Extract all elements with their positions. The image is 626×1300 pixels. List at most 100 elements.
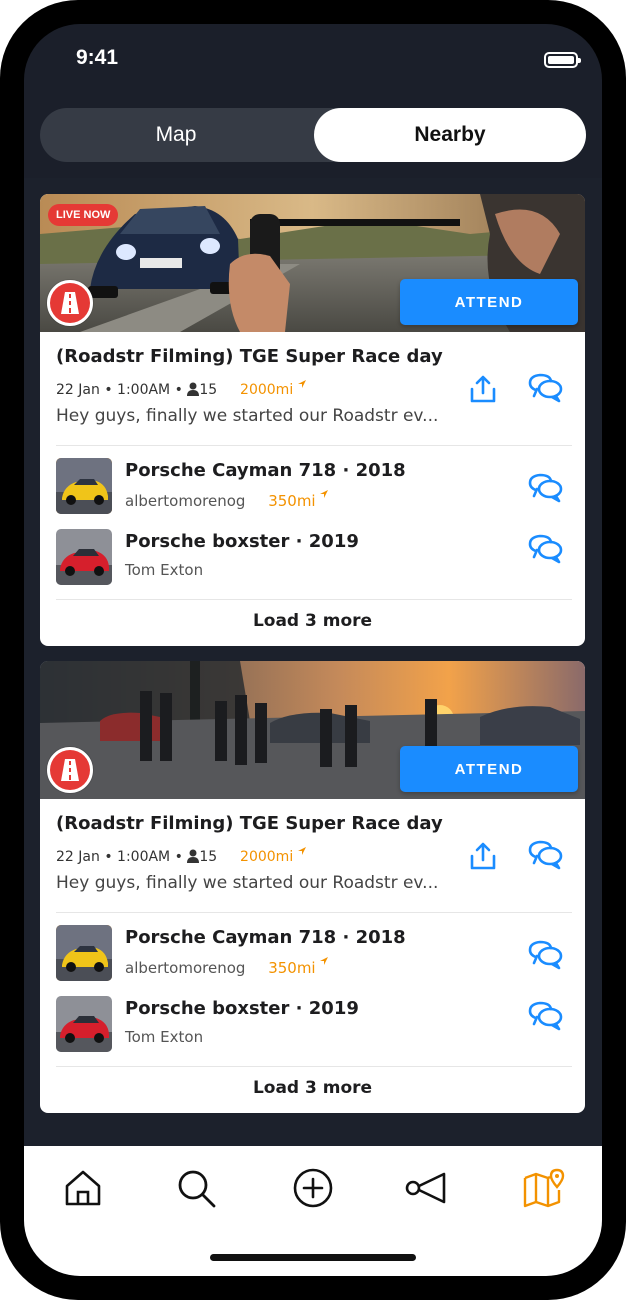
owner-name[interactable]: albertomorenog: [125, 492, 245, 510]
car-year: 2018: [355, 460, 406, 481]
event-meta: 22 Jan • 1:00AM • 15 2000mi: [56, 847, 306, 867]
home-icon: [65, 1170, 101, 1206]
chat-button[interactable]: [528, 939, 564, 971]
view-switcher: Map Nearby: [40, 108, 586, 162]
event-logo[interactable]: [47, 280, 93, 326]
event-description: Hey guys, finally we started our Roadstr…: [56, 873, 439, 893]
map-icon: [523, 1168, 565, 1208]
event-time: 1:00AM: [117, 382, 171, 398]
meta-separator: •: [104, 849, 118, 865]
chat-button[interactable]: [528, 372, 564, 404]
car-thumbnail[interactable]: [56, 529, 112, 585]
meta-separator: •: [104, 382, 118, 398]
car-year: 2018: [355, 927, 406, 948]
chat-bubbles-icon: [528, 534, 563, 564]
load-more-button[interactable]: Load 3 more: [40, 1078, 585, 1098]
event-distance: 2000mi: [240, 382, 294, 398]
car-year: 2019: [308, 998, 359, 1019]
location-arrow-icon: [297, 847, 306, 865]
car-owner: albertomorenog 350mi: [125, 957, 329, 977]
meta-separator: •: [174, 849, 188, 865]
event-card[interactable]: ATTEND (Roadstr Filming) TGE Super Race …: [40, 661, 585, 1113]
tab-map-view[interactable]: [521, 1166, 565, 1210]
megaphone-icon: [405, 1172, 446, 1204]
battery-icon: [544, 52, 581, 68]
home-indicator: [210, 1254, 416, 1261]
attend-button[interactable]: ATTEND: [400, 279, 578, 325]
chat-button[interactable]: [528, 533, 564, 565]
chat-button[interactable]: [528, 472, 564, 504]
separator-dot: ·: [342, 460, 356, 481]
car-model: Porsche Cayman 718: [125, 927, 337, 948]
chat-bubbles-icon: [528, 373, 563, 403]
chat-bubbles-icon: [528, 1001, 563, 1031]
event-meta: 22 Jan • 1:00AM • 15 2000mi: [56, 380, 306, 400]
car-name: Porsche boxster · 2019: [125, 998, 359, 1019]
event-feed[interactable]: LIVE NOW ATTEND (Roadstr Filming) TGE Su…: [24, 178, 602, 1146]
share-button[interactable]: [468, 374, 498, 404]
tab-nearby[interactable]: Nearby: [314, 108, 586, 162]
car-name: Porsche Cayman 718 · 2018: [125, 460, 406, 481]
search-icon: [178, 1170, 216, 1208]
owner-name[interactable]: albertomorenog: [125, 959, 245, 977]
chat-button[interactable]: [528, 839, 564, 871]
car-row[interactable]: Porsche Cayman 718 · 2018 albertomorenog…: [56, 458, 572, 518]
share-icon: [470, 375, 496, 403]
car-model: Porsche boxster: [125, 531, 290, 552]
meta-separator: •: [174, 382, 188, 398]
owner-name[interactable]: Tom Exton: [125, 1028, 203, 1046]
car-thumbnail[interactable]: [56, 458, 112, 514]
event-distance: 2000mi: [240, 849, 294, 865]
load-more-button[interactable]: Load 3 more: [40, 611, 585, 631]
status-time: 9:41: [76, 46, 119, 69]
event-logo[interactable]: [47, 747, 93, 793]
road-icon: [61, 759, 79, 781]
location-arrow-icon: [297, 380, 306, 398]
person-icon: [187, 849, 200, 867]
owner-name[interactable]: Tom Exton: [125, 561, 203, 579]
tab-create[interactable]: [291, 1166, 335, 1210]
event-cover-image: LIVE NOW ATTEND: [40, 194, 585, 332]
event-date: 22 Jan: [56, 849, 100, 865]
car-year: 2019: [308, 531, 359, 552]
divider: [56, 1066, 572, 1067]
event-title[interactable]: (Roadstr Filming) TGE Super Race day: [56, 813, 443, 834]
location-arrow-icon: [320, 490, 329, 498]
tab-map[interactable]: Map: [40, 108, 312, 162]
share-button[interactable]: [468, 841, 498, 871]
chat-bubbles-icon: [528, 840, 563, 870]
car-row[interactable]: Porsche boxster · 2019 Tom Exton: [56, 529, 572, 589]
tab-search[interactable]: [174, 1166, 218, 1210]
bottom-tab-bar: [24, 1146, 602, 1276]
tab-broadcast[interactable]: [404, 1166, 448, 1210]
attend-button[interactable]: ATTEND: [400, 746, 578, 792]
chat-button[interactable]: [528, 1000, 564, 1032]
phone-frame: 9:41 Map Nearby LIVE NOW ATTEND (Roadstr…: [0, 0, 626, 1300]
person-icon: [187, 382, 200, 400]
car-model: Porsche boxster: [125, 998, 290, 1019]
car-thumbnail[interactable]: [56, 925, 112, 981]
event-date: 22 Jan: [56, 382, 100, 398]
separator-dot: ·: [295, 998, 309, 1019]
car-name: Porsche boxster · 2019: [125, 531, 359, 552]
event-card[interactable]: LIVE NOW ATTEND (Roadstr Filming) TGE Su…: [40, 194, 585, 646]
event-description: Hey guys, finally we started our Roadstr…: [56, 406, 439, 426]
share-icon: [470, 842, 496, 870]
divider: [56, 912, 572, 913]
attendee-count: 15: [199, 849, 218, 865]
car-row[interactable]: Porsche Cayman 718 · 2018 albertomorenog…: [56, 925, 572, 985]
chat-bubbles-icon: [528, 473, 563, 503]
car-thumbnail[interactable]: [56, 996, 112, 1052]
car-distance: 350mi: [268, 492, 316, 510]
screen: 9:41 Map Nearby LIVE NOW ATTEND (Roadstr…: [24, 24, 602, 1276]
add-icon: [293, 1168, 333, 1208]
road-icon: [61, 292, 79, 314]
event-time: 1:00AM: [117, 849, 171, 865]
event-title[interactable]: (Roadstr Filming) TGE Super Race day: [56, 346, 443, 367]
car-owner: Tom Exton: [125, 561, 203, 579]
tab-home[interactable]: [61, 1166, 105, 1210]
car-owner: albertomorenog 350mi: [125, 490, 329, 510]
car-row[interactable]: Porsche boxster · 2019 Tom Exton: [56, 996, 572, 1056]
car-distance: 350mi: [268, 959, 316, 977]
event-cover-image: ATTEND: [40, 661, 585, 799]
